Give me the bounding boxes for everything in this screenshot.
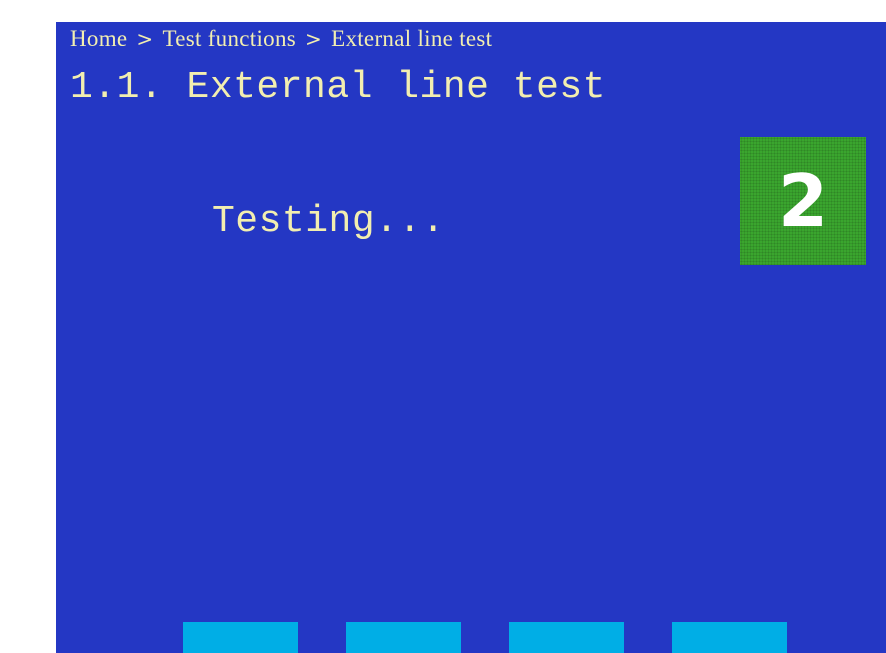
page-title: 1.1. External line test — [70, 66, 606, 109]
softkey-3[interactable] — [509, 622, 624, 653]
breadcrumb-item-home[interactable]: Home — [70, 26, 127, 52]
test-screen: Home > Test functions > External line te… — [56, 22, 886, 653]
status-text: Testing... — [212, 200, 446, 243]
step-number: 2 — [777, 159, 829, 243]
breadcrumb: Home > Test functions > External line te… — [70, 24, 492, 54]
breadcrumb-separator-icon: > — [136, 27, 154, 51]
softkey-2[interactable] — [346, 622, 461, 653]
softkey-bar — [183, 622, 787, 653]
softkey-4[interactable] — [672, 622, 787, 653]
breadcrumb-item-test-functions[interactable]: Test functions — [162, 26, 296, 52]
step-number-badge: 2 — [740, 137, 866, 265]
breadcrumb-item-external-line-test: External line test — [331, 26, 493, 51]
breadcrumb-separator-icon: > — [305, 27, 323, 51]
softkey-1[interactable] — [183, 622, 298, 653]
